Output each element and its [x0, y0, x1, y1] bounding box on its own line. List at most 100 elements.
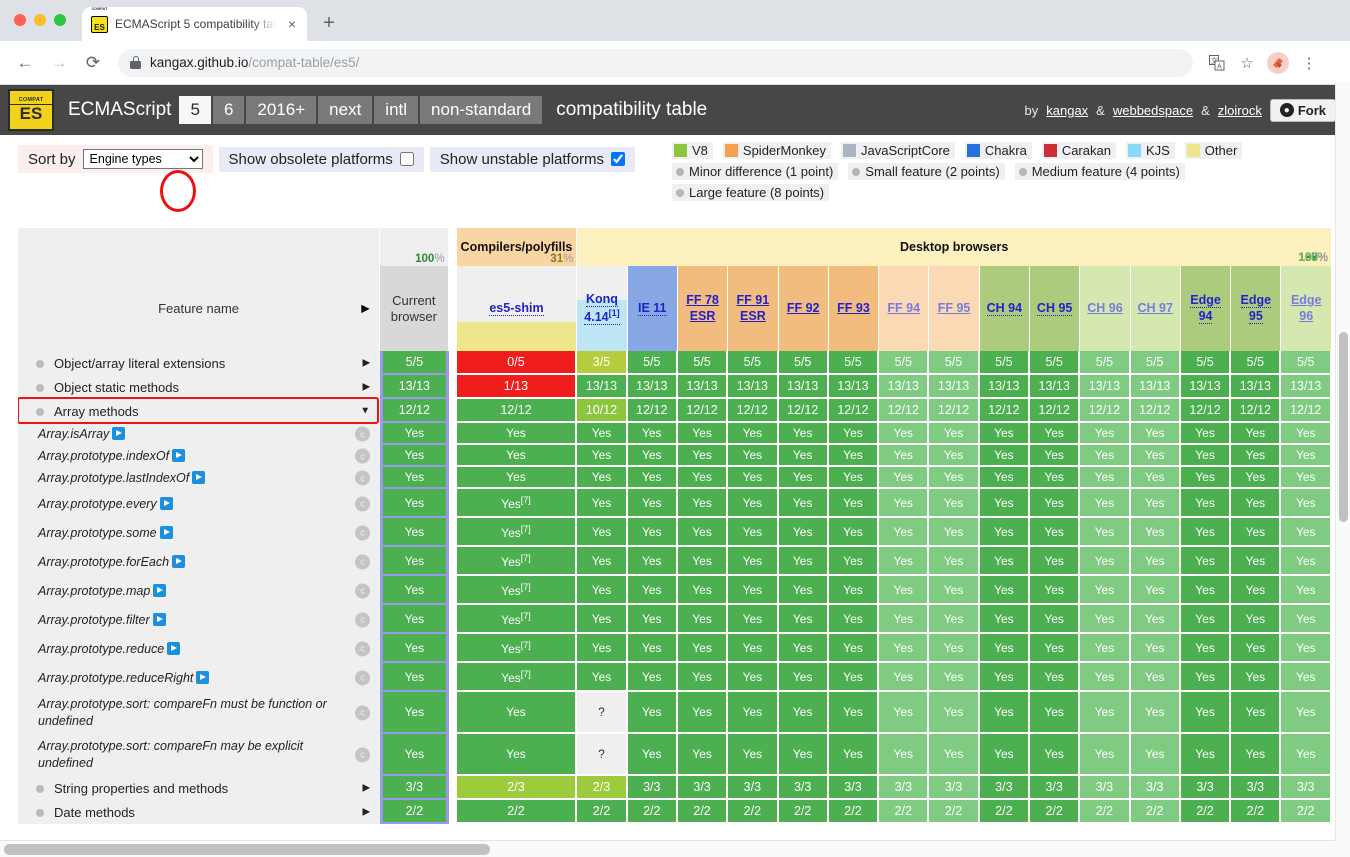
compat-cell-current[interactable]: Yes	[380, 518, 449, 547]
nav-next[interactable]: next	[318, 96, 373, 124]
compat-cell-ff95[interactable]: Yes	[929, 634, 980, 663]
feature-row[interactable]: Array.isArray c Yes Yes Yes Yes Yes Yes Yes Yes Ye…	[18, 423, 1332, 445]
compat-cell-es5shim[interactable]: 0/5	[456, 351, 578, 375]
feature-name-cell[interactable]: Array.prototype.map c	[18, 576, 381, 605]
compat-cell-ff91[interactable]: Yes	[728, 634, 779, 663]
compat-cell-konq[interactable]: Yes	[577, 634, 628, 663]
play-icon[interactable]	[172, 449, 186, 462]
section-name-cell[interactable]: String properties and methods ▶	[18, 776, 381, 800]
compat-cell-ff93[interactable]: 2/2	[828, 800, 880, 824]
compat-cell-ch97[interactable]: Yes	[1130, 547, 1181, 576]
play-icon[interactable]	[192, 471, 206, 484]
compat-cell-ch94[interactable]: Yes	[979, 489, 1030, 518]
column-link-konq[interactable]: 4.14[1]	[584, 307, 620, 325]
vertical-scroll-thumb[interactable]	[1339, 332, 1348, 522]
compat-cell-ch95[interactable]: Yes	[1030, 489, 1081, 518]
compat-cell-ff93[interactable]: 13/13	[828, 375, 880, 399]
compat-cell-edge96[interactable]: Yes	[1281, 547, 1332, 576]
compat-cell-ch95[interactable]: Yes	[1030, 547, 1081, 576]
compat-cell-ie11[interactable]: Yes	[627, 423, 678, 445]
compat-cell-current[interactable]: Yes	[380, 734, 449, 776]
compat-cell-ff95[interactable]: Yes	[929, 423, 980, 445]
column-link-konq[interactable]: Konq	[586, 292, 618, 308]
compat-cell-ff94[interactable]: Yes	[879, 467, 930, 489]
feature-row[interactable]: Array.prototype.map c Yes Yes[7] Yes Yes Yes Ye…	[18, 576, 1332, 605]
compat-cell-ff91[interactable]: 5/5	[728, 351, 779, 375]
compat-cell-ie11[interactable]: Yes	[627, 547, 678, 576]
compat-cell-ch97[interactable]: Yes	[1130, 605, 1181, 634]
section-toggle-arrow-icon[interactable]: ▶	[362, 358, 370, 369]
nav-es6[interactable]: 6	[212, 96, 245, 124]
compat-cell-ff95[interactable]: 12/12	[929, 399, 980, 423]
column-header-ff91[interactable]: FF 91 ESR	[728, 266, 779, 351]
column-header-ch95[interactable]: CH 95	[1030, 266, 1081, 351]
compat-cell-ff78[interactable]: Yes	[677, 489, 729, 518]
compat-cell-current[interactable]: Yes	[380, 692, 449, 734]
compat-cell-ff91[interactable]: Yes	[728, 576, 779, 605]
section-toggle-arrow-icon[interactable]: ▶	[362, 807, 370, 818]
compat-cell-ff78[interactable]: 3/3	[677, 776, 729, 800]
feature-row[interactable]: Array.prototype.some c Yes Yes[7] Yes Yes Yes Y…	[18, 518, 1332, 547]
compat-cell-konq[interactable]: 2/3	[577, 776, 628, 800]
reload-icon[interactable]: ⟳	[78, 48, 108, 78]
column-link-ff95[interactable]: FF 95	[938, 301, 971, 315]
compat-cell-edge95[interactable]: Yes	[1231, 467, 1282, 489]
compat-cell-edge94[interactable]: Yes	[1180, 547, 1232, 576]
compat-cell-ch94[interactable]: Yes	[979, 576, 1030, 605]
compat-cell-konq[interactable]: Yes	[577, 445, 628, 467]
compat-cell-current[interactable]: Yes	[380, 576, 449, 605]
compat-cell-edge94[interactable]: Yes	[1180, 489, 1232, 518]
compat-cell-ff78[interactable]: 2/2	[677, 800, 729, 824]
section-row[interactable]: Object static methods ▶ 13/13 1/13 13/13 13/1…	[18, 375, 1332, 399]
section-row[interactable]: Array methods ▼ 12/12 12/12 10/12 12/12 12/12 1…	[18, 399, 1332, 423]
horizontal-scroll-thumb[interactable]	[4, 844, 490, 855]
compat-cell-edge96[interactable]: 12/12	[1281, 399, 1332, 423]
play-icon[interactable]	[167, 641, 181, 655]
compat-cell-edge94[interactable]: Yes	[1180, 734, 1232, 776]
compat-cell-es5shim[interactable]: Yes	[456, 423, 578, 445]
compat-cell-konq[interactable]: Yes	[577, 605, 628, 634]
console-badge[interactable]: c	[355, 525, 371, 540]
play-icon[interactable]	[159, 496, 173, 510]
compat-cell-ie11[interactable]: Yes	[627, 576, 678, 605]
compat-cell-ff95[interactable]: Yes	[929, 605, 980, 634]
compat-cell-ie11[interactable]: 2/2	[627, 800, 678, 824]
feature-name-cell[interactable]: Array.prototype.reduce c	[18, 634, 381, 663]
compat-cell-ie11[interactable]: Yes	[627, 605, 678, 634]
column-link-edge94[interactable]: 94	[1198, 308, 1213, 324]
compat-cell-es5shim[interactable]: Yes	[456, 445, 578, 467]
feature-row[interactable]: Array.prototype.lastIndexOf c Yes Yes Yes Yes…	[18, 467, 1332, 489]
compat-cell-ch97[interactable]: Yes	[1130, 467, 1181, 489]
compat-cell-ch96[interactable]: 12/12	[1080, 399, 1131, 423]
column-header-ff94[interactable]: FF 94	[879, 266, 930, 351]
compat-cell-es5shim[interactable]: Yes[7]	[456, 489, 578, 518]
column-link-edge94[interactable]: Edge	[1190, 293, 1221, 309]
compat-cell-konq[interactable]: Yes	[577, 576, 628, 605]
compat-cell-current[interactable]: Yes	[380, 663, 449, 692]
column-link-ff92[interactable]: FF 92	[787, 301, 820, 315]
compat-cell-konq[interactable]: Yes	[577, 489, 628, 518]
compat-cell-ff91[interactable]: 2/2	[728, 800, 779, 824]
compat-cell-edge95[interactable]: Yes	[1231, 518, 1282, 547]
compat-cell-edge96[interactable]: Yes	[1281, 518, 1332, 547]
compat-cell-ch94[interactable]: 13/13	[979, 375, 1030, 399]
feature-name-cell[interactable]: Array.prototype.every c	[18, 489, 381, 518]
compat-cell-ff94[interactable]: Yes	[879, 518, 930, 547]
column-header-ch96[interactable]: CH 96	[1080, 266, 1131, 351]
compat-cell-ff92[interactable]: 12/12	[778, 399, 829, 423]
compat-cell-ch97[interactable]: 2/2	[1130, 800, 1181, 824]
compat-cell-ch94[interactable]: Yes	[979, 423, 1030, 445]
compat-cell-ch94[interactable]: 5/5	[979, 351, 1030, 375]
compat-cell-edge94[interactable]: Yes	[1180, 605, 1232, 634]
compat-cell-ch96[interactable]: Yes	[1080, 634, 1131, 663]
console-badge[interactable]: c	[355, 554, 371, 569]
compat-cell-ff95[interactable]: Yes	[929, 734, 980, 776]
compat-cell-edge95[interactable]: 5/5	[1231, 351, 1282, 375]
compat-cell-ff94[interactable]: Yes	[879, 634, 930, 663]
compat-cell-edge95[interactable]: Yes	[1231, 576, 1282, 605]
compat-cell-edge95[interactable]: 12/12	[1231, 399, 1282, 423]
compat-cell-ch96[interactable]: Yes	[1080, 467, 1131, 489]
compat-cell-ff93[interactable]: Yes	[828, 489, 880, 518]
compat-cell-es5shim[interactable]: Yes[7]	[456, 518, 578, 547]
compat-cell-ch96[interactable]: Yes	[1080, 734, 1131, 776]
